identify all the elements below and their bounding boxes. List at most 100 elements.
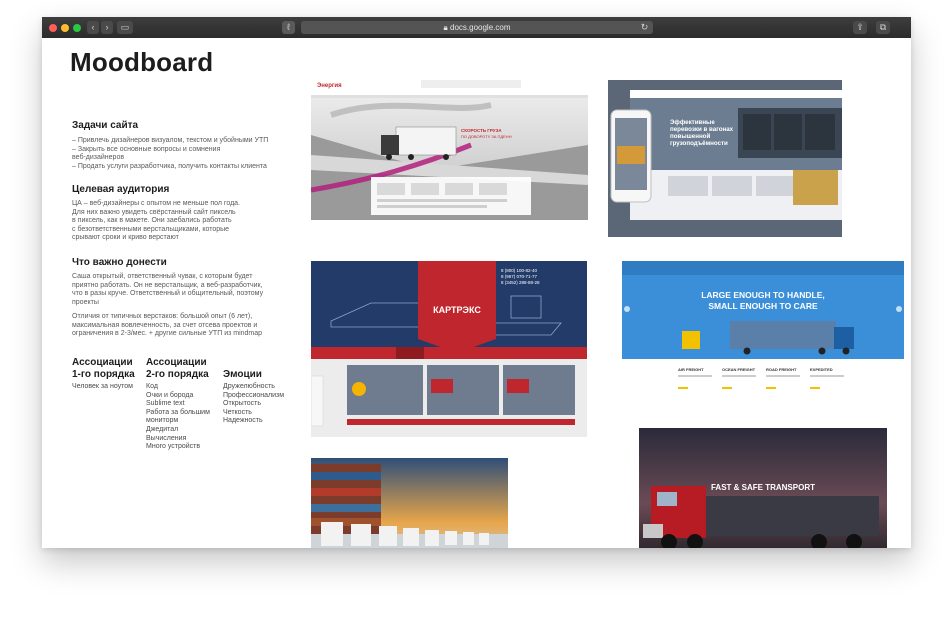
share-icon: ⇪ — [856, 22, 864, 32]
audience-heading: Целевая аудитория — [72, 184, 170, 195]
svg-text:Энергия: Энергия — [317, 83, 342, 89]
moodboard-image-large-enough: LARGE ENOUGH TO HANDLE, SMALL ENOUGH TO … — [622, 261, 904, 405]
minimize-window-button[interactable] — [61, 24, 69, 32]
assoc1-heading: Ассоциации 1-го порядка — [72, 357, 135, 381]
message-text-1: Саша открытый, ответственный чувак, с ко… — [72, 273, 282, 307]
list-item: Четкость — [223, 408, 252, 416]
maximize-window-button[interactable] — [73, 24, 81, 32]
reader-button[interactable]: ℓ — [282, 21, 295, 34]
image-2-headline-3: повышенной — [670, 133, 710, 140]
close-window-button[interactable] — [49, 24, 57, 32]
forward-button[interactable]: › — [101, 21, 113, 34]
assoc1-list: Человек за ноутом — [72, 383, 133, 392]
emotions-list: Дружелюбность Профессионализм Открытость… — [223, 383, 284, 426]
reader-icon: ℓ — [287, 22, 290, 32]
message-text-2: Отличия от типичных верстаков: большой о… — [72, 313, 282, 339]
text-line: ЦА – веб-дизайнеры с опытом не меньше по… — [72, 200, 240, 207]
text-line: с безответственными верстальщиками, кото… — [72, 225, 230, 233]
list-item: Джедитал — [146, 425, 179, 433]
message-heading: Что важно донести — [72, 257, 167, 268]
image-4-headline-1: LARGE ENOUGH TO HANDLE, — [701, 290, 825, 300]
goals-text: – Привлечь дизайнеров визуалом, текстом … — [72, 137, 282, 171]
road-transport-illustration: Энергия СКОРОСТЬ ГРУЗА ПО ДОВОРОТУ ЗА ПД… — [311, 75, 588, 220]
lock-icon: 🔒︎ — [443, 23, 448, 32]
browser-titlebar: ‹ › ▭ ℓ 🔒︎ docs.google.com ↻ ⇪ ⧉ — [42, 17, 911, 38]
text-line: в пиксель, как в макете. Они заебались р… — [72, 217, 232, 225]
moodboard-image-rail-freight: Эффективные перевозки в вагонах повышенн… — [608, 80, 842, 237]
reload-icon: ↻ — [640, 22, 649, 32]
image-1-tagline-1: СКОРОСТЬ ГРУЗА — [461, 128, 502, 133]
address-bar-url: docs.google.com — [450, 23, 511, 32]
image-2-headline-1: Эффективные — [670, 119, 715, 126]
address-bar[interactable]: 🔒︎ docs.google.com — [301, 21, 653, 34]
page-content: Moodboard Задачи сайта – Привлечь дизайн… — [42, 38, 911, 548]
sidebar-icon: ▭ — [120, 22, 130, 32]
list-item: Надежность — [223, 417, 263, 425]
audience-text: ЦА – веб-дизайнеры с опытом не меньше по… — [72, 200, 282, 243]
text-line: – Продать услуги разработчика, получить … — [72, 162, 267, 170]
image-4-service-3: ROAD FREIGHT — [766, 367, 797, 372]
image-2-headline-4: грузоподъёмности — [670, 140, 728, 147]
assoc2-heading-line: Ассоциации — [146, 357, 207, 368]
text-line: приятно работать. Он не верстальщик, а в… — [72, 281, 263, 289]
page-title: Moodboard — [70, 47, 214, 77]
list-item: Много устройств — [146, 443, 201, 451]
assoc2-heading: Ассоциации 2-го порядка — [146, 357, 209, 381]
container-port-photo — [311, 458, 508, 548]
tabs-icon: ⧉ — [879, 22, 887, 32]
tabs-button[interactable]: ⧉ — [876, 21, 890, 34]
text-line: проекты — [72, 298, 99, 306]
list-item: Дружелюбность — [223, 383, 275, 390]
red-truck-photo: FAST & SAFE TRANSPORT — [639, 428, 887, 548]
moodboard-image-container-port — [311, 458, 508, 548]
list-item: Sublime text — [146, 400, 185, 408]
emotions-heading: Эмоции — [223, 369, 262, 380]
moodboard-image-fast-safe: FAST & SAFE TRANSPORT — [639, 428, 887, 548]
text-line: максимальная вовлеченность, за счет отсе… — [72, 321, 258, 329]
list-item: Очки и борода — [146, 391, 194, 399]
image-3-phone-2: 8 (967) 070-71-77 — [501, 274, 538, 279]
list-item: Человек за ноутом — [72, 383, 133, 390]
rail-freight-illustration: Эффективные перевозки в вагонах повышенн… — [608, 80, 842, 237]
image-3-phone-3: 8 (3452) 288-88-28 — [501, 280, 540, 285]
browser-window: ‹ › ▭ ℓ 🔒︎ docs.google.com ↻ ⇪ ⧉ Moodboa… — [42, 17, 911, 548]
reload-button[interactable]: ↻ — [639, 21, 650, 34]
text-line: Для них важно увидеть свёрстанный сайт п… — [72, 208, 236, 216]
assoc1-heading-line: 1-го порядка — [72, 369, 135, 380]
image-3-phone-1: 8 (800) 100-82-40 — [501, 268, 538, 273]
image-4-service-4: EXPEDITED — [810, 367, 833, 372]
freight-banner-illustration: LARGE ENOUGH TO HANDLE, SMALL ENOUGH TO … — [622, 261, 904, 405]
list-item: Работа за большим — [146, 408, 210, 416]
chevron-right-icon: › — [105, 22, 109, 32]
image-4-service-1: AIR FREIGHT — [678, 367, 704, 372]
goals-heading: Задачи сайта — [72, 120, 139, 131]
image-4-service-2: OCEAN FREIGHT — [722, 367, 756, 372]
share-button[interactable]: ⇪ — [853, 21, 867, 34]
assoc2-heading-line: 2-го порядка — [146, 369, 209, 380]
image-4-headline-2: SMALL ENOUGH TO CARE — [708, 301, 818, 311]
kartreks-illustration: КАРТРЭКС 8 (800) 100-82-40 8 (967) 070-7… — [311, 261, 587, 437]
back-button[interactable]: ‹ — [87, 21, 99, 34]
list-item: Код — [146, 383, 158, 390]
text-line: Саша открытый, ответственный чувак, с ко… — [72, 273, 253, 280]
text-line: Отличия от типичных верстаков: большой о… — [72, 313, 253, 320]
text-line: веб-дизайнеров — [72, 154, 125, 162]
text-line: что в разы круче. Ответственный и общите… — [72, 290, 264, 298]
assoc1-heading-line: Ассоциации — [72, 357, 133, 368]
text-line: – Привлечь дизайнеров визуалом, текстом … — [72, 137, 269, 144]
image-6-headline: FAST & SAFE TRANSPORT — [711, 483, 815, 492]
list-item: Профессионализм — [223, 391, 285, 399]
image-3-brand: КАРТРЭКС — [433, 305, 481, 315]
image-1-tagline-2: ПО ДОВОРОТУ ЗА ПДЕНН — [461, 134, 512, 139]
image-2-headline-2: перевозки в вагонах — [670, 126, 734, 133]
sidebar-toggle-button[interactable]: ▭ — [117, 21, 133, 34]
chevron-left-icon: ‹ — [91, 22, 95, 32]
list-item: мониторм — [146, 417, 179, 425]
assoc2-list: Код Очки и борода Sublime text Работа за… — [146, 383, 210, 452]
list-item: Вычисления — [146, 434, 187, 442]
moodboard-image-kartreks: КАРТРЭКС 8 (800) 100-82-40 8 (967) 070-7… — [311, 261, 587, 437]
moodboard-image-road-transport: Энергия СКОРОСТЬ ГРУЗА ПО ДОВОРОТУ ЗА ПД… — [311, 75, 588, 220]
text-line: – Закрыть все основные вопросы и сомнени… — [72, 145, 221, 153]
text-line: срывают сроки и криво верстают — [72, 234, 179, 242]
list-item: Открытость — [223, 400, 262, 408]
